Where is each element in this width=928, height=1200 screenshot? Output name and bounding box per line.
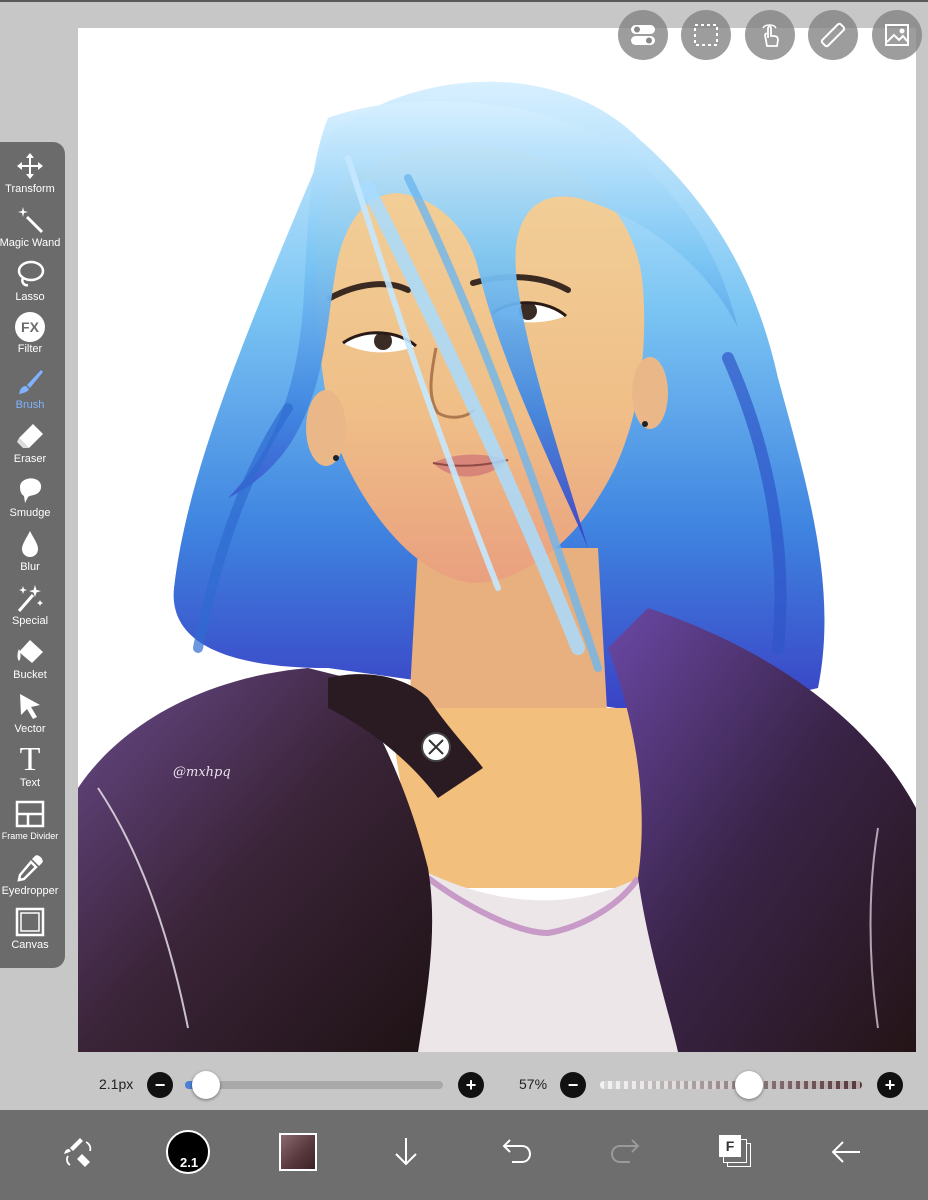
opacity-decrease-button[interactable]: −	[560, 1072, 586, 1098]
download-button[interactable]	[376, 1122, 436, 1182]
opacity-value: 57%	[519, 1076, 548, 1092]
arrow-left-icon	[831, 1141, 860, 1163]
tool-label: Eyedropper	[1, 885, 59, 897]
brush-size-label: 2.1	[180, 1155, 199, 1170]
eyedropper-icon	[14, 852, 46, 884]
text-icon: T	[14, 741, 46, 778]
layers-button[interactable]: F	[706, 1122, 766, 1182]
tool-lasso[interactable]: Lasso	[0, 250, 60, 304]
image-icon	[885, 24, 909, 46]
quick-switch-button[interactable]	[48, 1122, 108, 1182]
tool-blur[interactable]: Blur	[0, 520, 60, 574]
selection-button[interactable]	[681, 10, 731, 60]
frame-divider-icon	[14, 798, 46, 830]
tool-label: Blur	[20, 561, 40, 573]
droplet-icon	[14, 528, 46, 560]
tool-palette: Transform Magic Wand Lasso FX Filter Bru…	[0, 142, 65, 968]
fx-glyph: FX	[21, 319, 39, 335]
tool-label: Eraser	[13, 453, 47, 465]
brush-eraser-swap-icon	[64, 1138, 92, 1167]
text-glyph: T	[19, 741, 41, 778]
tool-frame-divider[interactable]: Frame Divider	[0, 790, 60, 844]
tool-label: Frame Divider	[1, 831, 59, 841]
fx-icon: FX	[15, 312, 45, 342]
selection-icon	[694, 24, 718, 46]
opacity-slider[interactable]	[600, 1081, 862, 1089]
color-picker-button[interactable]	[268, 1122, 328, 1182]
tool-label: Magic Wand	[0, 237, 61, 249]
tool-label: Vector	[14, 723, 46, 735]
tool-label: Transform	[5, 183, 55, 195]
color-swatch	[279, 1133, 317, 1171]
tool-filter[interactable]: FX Filter	[0, 304, 60, 358]
redo-icon	[610, 1139, 640, 1163]
tool-eraser[interactable]: Eraser	[0, 412, 60, 466]
cursor-arrow-icon	[14, 690, 46, 722]
arrow-down-icon	[395, 1138, 417, 1166]
eraser-icon	[14, 420, 46, 452]
tool-bucket[interactable]: Bucket	[0, 628, 60, 682]
tool-label: Bucket	[13, 669, 47, 681]
tool-label: Smudge	[9, 507, 51, 519]
layers-icon: F	[719, 1135, 753, 1169]
tool-magic-wand[interactable]: Magic Wand	[0, 196, 60, 250]
tool-special[interactable]: Special	[0, 574, 60, 628]
brush-size-slider-thumb[interactable]	[192, 1071, 220, 1099]
lasso-icon	[14, 258, 46, 290]
sparkles-icon	[14, 582, 46, 614]
tool-label: Filter	[17, 343, 43, 355]
primary-color-swatch: 2.1	[166, 1130, 210, 1174]
bucket-icon	[14, 636, 46, 668]
tool-vector[interactable]: Vector	[0, 682, 60, 736]
brush-size-decrease-button[interactable]: −	[147, 1072, 173, 1098]
touch-icon	[762, 24, 779, 47]
layers-glyph: F	[725, 1138, 735, 1154]
drawing-canvas[interactable]: @mxhpq	[78, 28, 916, 1052]
reference-image-button[interactable]	[872, 10, 922, 60]
undo-button[interactable]	[486, 1122, 546, 1182]
opacity-increase-button[interactable]: +	[877, 1072, 903, 1098]
tool-label: Special	[11, 615, 49, 627]
tool-label: Text	[19, 777, 41, 789]
toggle-button[interactable]	[618, 10, 668, 60]
tool-label: Brush	[15, 399, 45, 411]
ruler-button[interactable]	[808, 10, 858, 60]
brush-icon	[14, 366, 46, 398]
ruler-icon	[820, 22, 846, 48]
brush-size-slider[interactable]	[185, 1081, 443, 1089]
tool-label: Canvas	[11, 939, 49, 951]
tool-text[interactable]: T Text	[0, 736, 60, 790]
brush-size-value: 2.1px	[99, 1076, 134, 1092]
smudge-icon	[14, 474, 46, 506]
opacity-slider-thumb[interactable]	[735, 1071, 763, 1099]
undo-icon	[502, 1139, 532, 1163]
brush-preview-button[interactable]: 2.1	[158, 1122, 218, 1182]
opacity-checker	[600, 1081, 862, 1089]
tool-eyedropper[interactable]: Eyedropper	[0, 844, 60, 898]
toggle-icon	[631, 25, 655, 45]
magic-wand-icon	[14, 204, 46, 236]
tool-label: Lasso	[15, 291, 45, 303]
move-arrows-icon	[14, 150, 46, 182]
tool-canvas[interactable]: Canvas	[0, 898, 60, 952]
tool-smudge[interactable]: Smudge	[0, 466, 60, 520]
artist-signature: @mxhpq	[173, 765, 231, 780]
bottom-toolbar: 2.1 F	[0, 1110, 928, 1200]
touch-button[interactable]	[745, 10, 795, 60]
tool-transform[interactable]: Transform	[0, 142, 60, 196]
canvas-icon	[14, 906, 46, 938]
redo-button[interactable]	[596, 1122, 656, 1182]
top-divider	[0, 0, 928, 2]
brush-size-increase-button[interactable]: +	[458, 1072, 484, 1098]
tool-brush[interactable]: Brush	[0, 358, 60, 412]
artwork-illustration: @mxhpq	[78, 81, 916, 1052]
back-button[interactable]	[816, 1122, 876, 1182]
